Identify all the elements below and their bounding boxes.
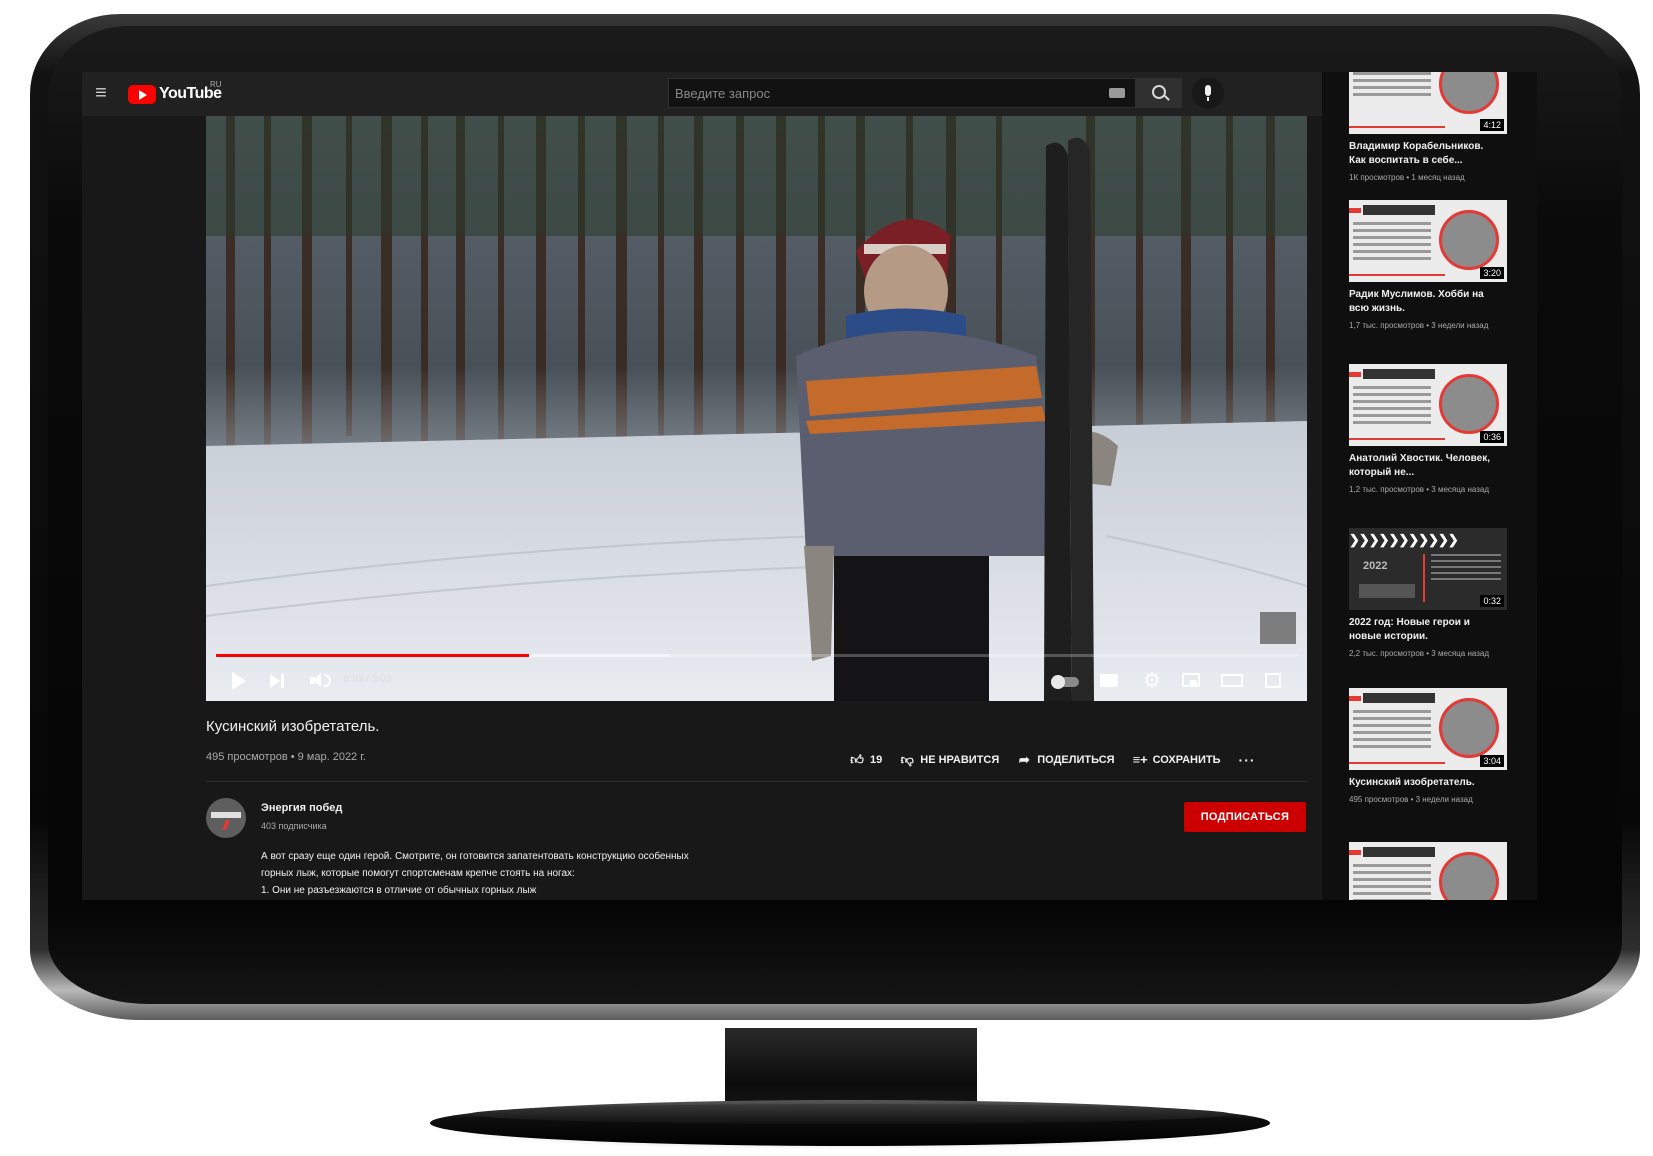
recommendations-sidebar: 4:12 Владимир Корабельников. Как воспита… (1322, 72, 1537, 900)
recommendation-item[interactable]: 4:12 Владимир Корабельников. Как воспита… (1349, 72, 1509, 184)
video-thumbnail[interactable]: ❯❯❯❯❯❯❯❯❯❯❯ 2022 0:32 (1349, 528, 1507, 610)
video-frame (206, 116, 1307, 701)
playlist-add-icon: ≡+ (1132, 752, 1148, 767)
recommendation-meta: 1,7 тыс. просмотров • 3 недели назад (1349, 321, 1489, 330)
video-duration: 3:04 (1480, 755, 1504, 767)
video-title: Кусинский изобретатель. (206, 718, 380, 735)
video-duration: 3:20 (1480, 267, 1504, 279)
recommendation-item[interactable]: 0:36 Анатолий Хвостик. Человек, который … (1349, 364, 1509, 496)
search-input[interactable] (675, 79, 1095, 107)
next-icon[interactable] (268, 670, 292, 692)
channel-watermark[interactable] (1260, 612, 1296, 644)
recommendation-item[interactable]: 3:04 Кусинский изобретатель. 495 просмот… (1349, 688, 1509, 806)
video-thumbnail[interactable]: 0:36 (1349, 364, 1507, 446)
video-thumbnail[interactable] (1349, 842, 1507, 900)
miniplayer-icon[interactable] (1180, 670, 1204, 692)
menu-icon[interactable]: ≡ (90, 82, 112, 104)
dislike-button[interactable]: 👎︎ НЕ НРАВИТСЯ (900, 752, 1000, 767)
recommendation-title[interactable]: Владимир Корабельников. Как воспитать в … (1349, 140, 1499, 168)
search-icon (1152, 85, 1166, 99)
video-thumbnail[interactable]: 4:12 (1349, 72, 1507, 134)
save-button[interactable]: ≡+ СОХРАНИТЬ (1133, 753, 1221, 767)
dislike-label: НЕ НРАВИТСЯ (920, 754, 1000, 766)
time-display: 0:53 / 3:03 (344, 674, 392, 685)
recommendation-meta: 2,2 тыс. просмотров • 3 месяца назад (1349, 649, 1490, 658)
autoplay-toggle[interactable] (1051, 675, 1079, 689)
more-actions-icon[interactable]: ··· (1239, 752, 1256, 768)
recommendation-item[interactable]: 3:20 Радик Муслимов. Хобби на всю жизнь.… (1349, 200, 1509, 332)
recommendation-title[interactable]: Анатолий Хвостик. Человек, который не... (1349, 452, 1499, 480)
search-box (668, 78, 1136, 108)
recommendation-meta: 1К просмотров • 1 месяц назад (1349, 173, 1465, 182)
channel-name[interactable]: Энергия побед (261, 802, 342, 814)
monitor-stand-base-top (470, 1104, 1230, 1124)
video-description: А вот сразу еще один герой. Смотрите, он… (261, 848, 881, 899)
recommendation-title[interactable]: 2022 год: Новые герои и новые истории. (1349, 616, 1499, 644)
recommendation-item[interactable] (1349, 842, 1509, 900)
fullscreen-icon[interactable] (1262, 670, 1286, 692)
player-controls: 0:53 / 3:03 ⚙ (206, 664, 1307, 698)
save-label: СОХРАНИТЬ (1152, 754, 1221, 766)
keyboard-icon[interactable] (1109, 88, 1125, 98)
like-button[interactable]: 👍︎ 19 (850, 753, 882, 767)
voice-search-button[interactable] (1192, 77, 1224, 109)
video-thumbnail[interactable]: 3:20 (1349, 200, 1507, 282)
recommendation-title[interactable]: Радик Муслимов. Хобби на всю жизнь. (1349, 288, 1499, 316)
youtube-play-icon (128, 84, 156, 104)
recommendation-item[interactable]: ❯❯❯❯❯❯❯❯❯❯❯ 2022 0:32 2022 год: Новые ге… (1349, 528, 1509, 660)
description-line: 1. Они не разъезжаются в отличие от обыч… (261, 885, 537, 896)
video-actions: 👍︎ 19 👎︎ НЕ НРАВИТСЯ ➦ ПОДЕЛИТЬСЯ ≡+ СОХ… (850, 750, 1256, 770)
share-label: ПОДЕЛИТЬСЯ (1037, 754, 1115, 766)
masthead: ≡ YouTube RU (82, 72, 1322, 116)
channel-avatar[interactable] (206, 798, 246, 838)
thumbs-down-icon: 👎︎ (900, 752, 914, 767)
video-player[interactable]: 0:53 / 3:03 ⚙ (206, 116, 1307, 701)
recommendation-meta: 495 просмотров • 3 недели назад (1349, 795, 1473, 804)
region-badge: RU (210, 80, 222, 89)
video-duration: 0:32 (1480, 595, 1504, 607)
video-thumbnail[interactable]: 3:04 (1349, 688, 1507, 770)
subscriber-count: 403 подписчика (261, 821, 327, 831)
share-arrow-icon: ➦ (1018, 752, 1030, 767)
video-duration: 4:12 (1480, 119, 1504, 131)
video-duration: 0:36 (1480, 431, 1504, 443)
like-count: 19 (870, 754, 883, 766)
microphone-icon (1205, 85, 1211, 96)
subtitles-icon[interactable] (1098, 670, 1122, 692)
volume-icon[interactable] (308, 670, 332, 692)
recommendation-meta: 1,2 тыс. просмотров • 3 месяца назад (1349, 485, 1490, 494)
share-button[interactable]: ➦ ПОДЕЛИТЬСЯ (1017, 752, 1115, 767)
monitor-screen: ≡ YouTube RU Введите запрос 0:53 / 3:03 … (82, 72, 1537, 900)
play-icon[interactable] (228, 670, 252, 692)
recommendation-title[interactable]: Кусинский изобретатель. (1349, 776, 1499, 790)
progress-bar[interactable] (216, 654, 1297, 657)
description-line: горных лыж, которые помогут спортсменам … (261, 868, 575, 879)
youtube-logo[interactable]: YouTube (128, 84, 222, 104)
divider (206, 781, 1307, 782)
theater-mode-icon[interactable] (1221, 670, 1245, 692)
video-meta: 495 просмотров • 9 мар. 2022 г. (206, 751, 366, 763)
settings-gear-icon[interactable]: ⚙ (1140, 670, 1164, 692)
description-line: А вот сразу еще один герой. Смотрите, он… (261, 851, 689, 862)
progress-played (216, 654, 530, 657)
subscribe-button[interactable]: ПОДПИСАТЬСЯ (1184, 802, 1306, 832)
thumbs-up-icon: 👍︎ (850, 752, 864, 767)
search-button[interactable] (1136, 78, 1182, 108)
